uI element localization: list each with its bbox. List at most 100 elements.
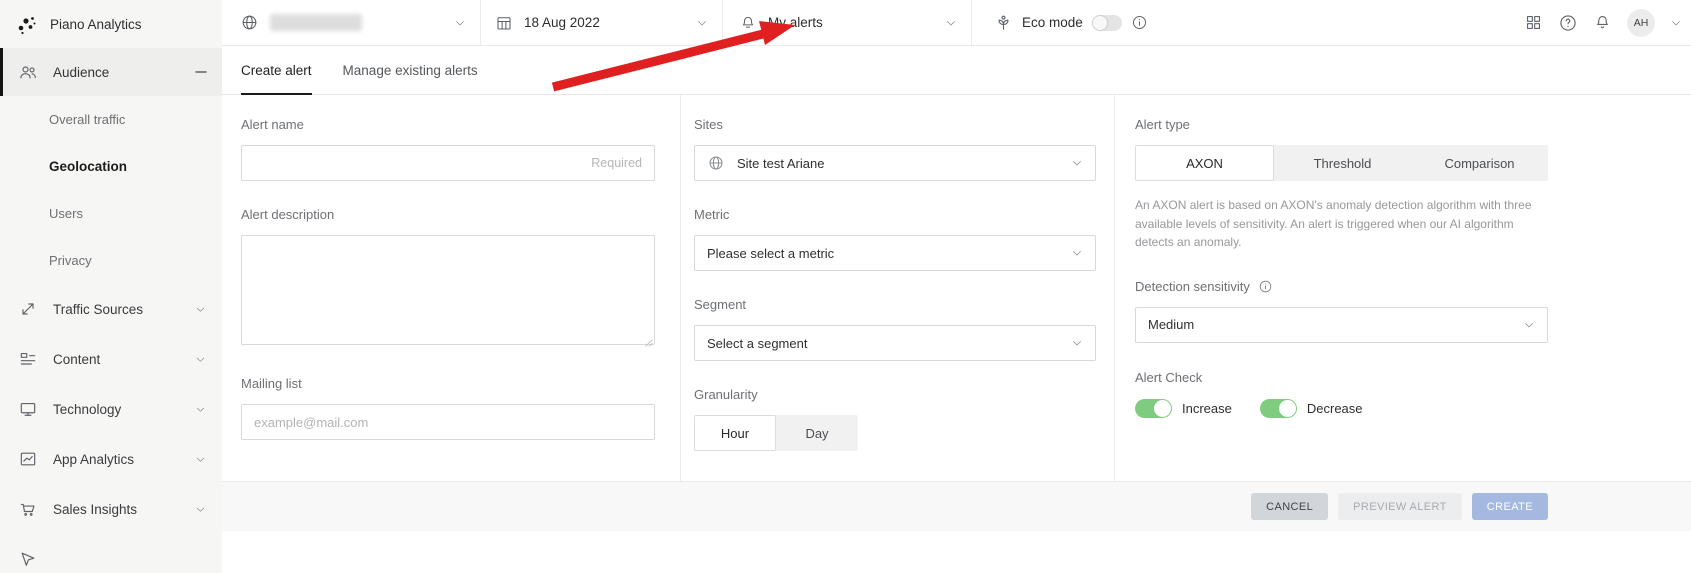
eco-leaf-icon	[994, 13, 1013, 32]
sidebar-item-label: Audience	[53, 65, 180, 80]
chevron-down-icon	[195, 504, 206, 515]
bottom-strip	[222, 531, 1691, 573]
sidebar-item-content[interactable]: Content	[0, 334, 222, 384]
alert-description-textarea[interactable]	[241, 235, 655, 345]
pointer-icon	[18, 549, 38, 569]
alert-type-option-threshold[interactable]: Threshold	[1274, 145, 1411, 181]
mailing-list-field-wrap	[241, 404, 655, 440]
piano-analytics-logo-icon	[15, 12, 39, 36]
alert-type-switch: AXON Threshold Comparison	[1135, 145, 1548, 181]
chevron-down-icon	[195, 304, 206, 315]
alert-check-toggles: Increase Decrease	[1135, 399, 1548, 418]
sites-label: Sites	[694, 117, 1096, 132]
sidebar-subitem-geolocation[interactable]: Geolocation	[0, 143, 222, 190]
chevron-down-icon	[195, 354, 206, 365]
sidebar-item-label: App Analytics	[53, 452, 180, 467]
selected-date: 18 Aug 2022	[524, 15, 600, 30]
chevron-down-icon	[195, 404, 206, 415]
sidebar-item-audience[interactable]: Audience	[0, 48, 222, 96]
metric-label: Metric	[694, 207, 1096, 222]
granularity-option-hour[interactable]: Hour	[694, 415, 776, 451]
avatar[interactable]: AH	[1627, 9, 1655, 37]
create-button[interactable]: CREATE	[1472, 493, 1548, 520]
chevron-down-icon	[1071, 337, 1083, 349]
form-footer: CANCEL PREVIEW ALERT CREATE	[222, 481, 1691, 531]
date-picker[interactable]: 18 Aug 2022	[481, 0, 723, 45]
segment-label: Segment	[694, 297, 1096, 312]
bell-icon	[739, 14, 757, 32]
sidebar-subitem-users[interactable]: Users	[0, 190, 222, 237]
chevron-down-icon	[195, 454, 206, 465]
alert-type-label: Alert type	[1135, 117, 1548, 132]
sidebar: Piano Analytics Audience Overall traffic…	[0, 0, 222, 573]
info-icon[interactable]	[1258, 279, 1273, 294]
content-icon	[18, 349, 38, 369]
preview-alert-button[interactable]: PREVIEW ALERT	[1338, 493, 1462, 520]
decrease-toggle[interactable]	[1260, 399, 1297, 418]
chevron-down-icon[interactable]	[1670, 17, 1682, 29]
traffic-sources-icon	[18, 299, 38, 319]
my-alerts-label: My alerts	[768, 15, 823, 30]
sidebar-subitem-privacy[interactable]: Privacy	[0, 237, 222, 284]
alert-name-label: Alert name	[241, 117, 655, 132]
topbar-right-icons: AH	[1524, 9, 1691, 37]
sidebar-item-label: Technology	[53, 402, 180, 417]
people-icon	[18, 62, 38, 82]
calendar-icon	[495, 14, 513, 32]
tab-create-alert[interactable]: Create alert	[241, 46, 312, 94]
metric-selected-value: Please select a metric	[707, 246, 1059, 261]
sidebar-item-app-analytics[interactable]: App Analytics	[0, 434, 222, 484]
tab-manage-existing-alerts[interactable]: Manage existing alerts	[343, 46, 478, 94]
resize-grip-icon[interactable]	[644, 338, 653, 347]
brand: Piano Analytics	[0, 0, 222, 48]
granularity-switch: Hour Day	[694, 415, 858, 451]
sidebar-item-partial[interactable]	[0, 534, 222, 573]
alert-name-input[interactable]	[254, 146, 642, 180]
mailing-list-label: Mailing list	[241, 376, 655, 391]
collapse-minus-icon[interactable]	[195, 66, 207, 78]
segment-select[interactable]: Select a segment	[694, 325, 1096, 361]
alert-name-field-wrap: Required	[241, 145, 655, 181]
detection-sensitivity-label: Detection sensitivity	[1135, 279, 1250, 294]
alert-check-label: Alert Check	[1135, 370, 1202, 385]
increase-toggle-group: Increase	[1135, 399, 1232, 418]
globe-icon	[707, 154, 725, 172]
help-icon[interactable]	[1558, 13, 1578, 33]
site-selector[interactable]	[222, 0, 481, 45]
form-column-scope: Sites Site test Ariane M	[681, 95, 1115, 481]
chevron-down-icon	[696, 17, 708, 29]
alert-type-option-axon[interactable]: AXON	[1135, 145, 1274, 181]
redacted-site-name	[270, 14, 362, 31]
form-column-basics: Alert name Required Alert description	[222, 95, 681, 481]
topbar: 18 Aug 2022 My alerts	[222, 0, 1691, 46]
eco-mode-toggle[interactable]	[1092, 15, 1122, 31]
sidebar-item-label: Content	[53, 352, 180, 367]
chevron-down-icon	[1523, 319, 1535, 331]
sidebar-subitem-overall-traffic[interactable]: Overall traffic	[0, 96, 222, 143]
sites-select[interactable]: Site test Ariane	[694, 145, 1096, 181]
increase-toggle[interactable]	[1135, 399, 1172, 418]
detection-sensitivity-select[interactable]: Medium	[1135, 307, 1548, 343]
my-alerts-dropdown[interactable]: My alerts	[723, 0, 972, 45]
chevron-down-icon	[945, 17, 957, 29]
mailing-list-input[interactable]	[254, 405, 642, 439]
eco-mode-label: Eco mode	[1022, 15, 1083, 30]
brand-title: Piano Analytics	[50, 17, 142, 32]
sidebar-item-traffic-sources[interactable]: Traffic Sources	[0, 284, 222, 334]
cancel-button[interactable]: CANCEL	[1251, 493, 1328, 520]
increase-label: Increase	[1182, 401, 1232, 416]
detection-sensitivity-value: Medium	[1148, 317, 1511, 332]
sidebar-item-sales-insights[interactable]: Sales Insights	[0, 484, 222, 534]
main-area: 18 Aug 2022 My alerts	[222, 0, 1691, 573]
alert-type-description: An AXON alert is based on AXON's anomaly…	[1135, 196, 1548, 252]
sidebar-item-technology[interactable]: Technology	[0, 384, 222, 434]
info-icon[interactable]	[1131, 14, 1148, 31]
decrease-toggle-group: Decrease	[1260, 399, 1363, 418]
cart-icon	[18, 499, 38, 519]
alert-type-option-comparison[interactable]: Comparison	[1411, 145, 1548, 181]
notifications-bell-icon[interactable]	[1593, 13, 1612, 32]
chevron-down-icon	[1071, 247, 1083, 259]
apps-grid-icon[interactable]	[1524, 13, 1543, 32]
metric-select[interactable]: Please select a metric	[694, 235, 1096, 271]
granularity-option-day[interactable]: Day	[776, 415, 858, 451]
